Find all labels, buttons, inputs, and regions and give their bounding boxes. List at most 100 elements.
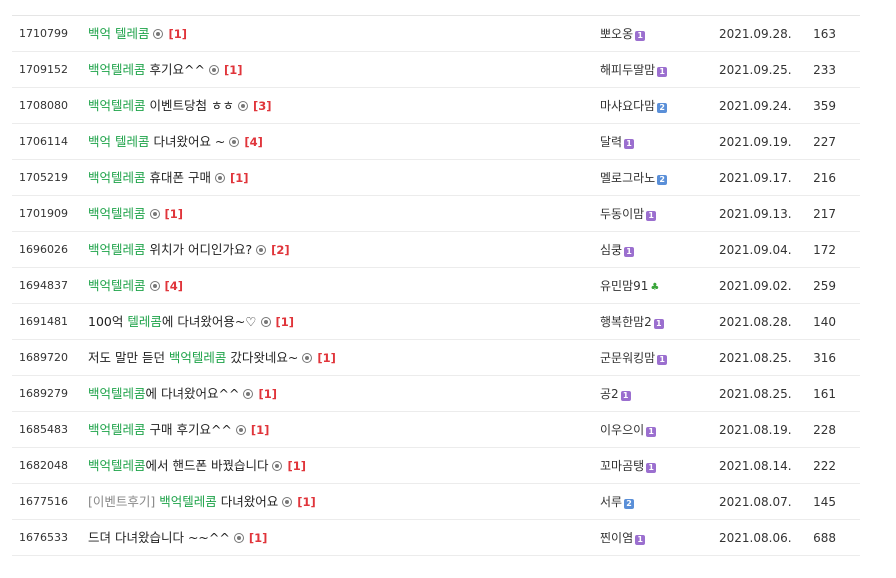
table-row: 1701909 백억텔레콤 [1] 두동이맘 1 2021.09.13. 217 <box>12 196 860 232</box>
post-category-prefix: [이벤트후기] <box>88 494 160 509</box>
post-title-link[interactable]: [이벤트후기] 백억텔레콤 다녀왔어요 [1] <box>88 484 316 520</box>
comment-count[interactable]: [1] <box>297 495 316 509</box>
author-name: 심쿵 <box>600 243 623 257</box>
member-level-badge: 2 <box>657 175 668 185</box>
post-title-text: 휴대폰 구매 <box>145 170 211 185</box>
comment-count[interactable]: [4] <box>244 135 263 149</box>
post-number: 1709152 <box>19 63 68 76</box>
author-nickname[interactable]: 행복한맘2 1 <box>600 304 664 340</box>
table-row: 1677516 [이벤트후기] 백억텔레콤 다녀왔어요 [1] 서루 2 2021.08.… <box>12 484 860 520</box>
author-nickname[interactable]: 달력 1 <box>600 124 635 160</box>
comment-count[interactable]: [1] <box>249 531 268 545</box>
post-rows: 1710799 백억 텔레콤 [1] 뽀오옹 1 2021.09.28. 163 170915… <box>12 16 860 556</box>
member-level-badge: 1 <box>646 211 657 221</box>
post-date: 2021.08.25. <box>719 387 792 401</box>
comment-count[interactable]: [1] <box>230 171 249 185</box>
comment-count[interactable]: [1] <box>258 387 277 401</box>
comment-count[interactable]: [2] <box>271 243 290 257</box>
comment-count[interactable]: [1] <box>224 63 243 77</box>
post-title-text: 에 다녀왔어용~♡ <box>161 314 257 329</box>
post-title-link[interactable]: 드뎌 다녀왔습니다 ~~^^ [1] <box>88 520 267 556</box>
post-title-link[interactable]: 백억텔레콤 [1] <box>88 196 183 232</box>
post-number: 1682048 <box>19 459 68 472</box>
table-row: 1682048 백억텔레콤에서 핸드폰 바꿨습니다 [1] 꼬마곰탱 1 2021.08.… <box>12 448 860 484</box>
photo-attached-icon <box>208 65 219 75</box>
post-title-link[interactable]: 백억텔레콤에서 핸드폰 바꿨습니다 [1] <box>88 448 306 484</box>
view-count: 140 <box>813 315 836 329</box>
view-count: 233 <box>813 63 836 77</box>
post-date: 2021.08.06. <box>719 531 792 545</box>
member-level-badge: 2 <box>624 499 635 509</box>
keyword-highlight: 백억텔레콤 <box>88 62 146 77</box>
author-nickname[interactable]: 찐이염 1 <box>600 520 646 556</box>
post-title-link[interactable]: 저도 말만 듣던 백억텔레콤 갔다왓네요~ [1] <box>88 340 336 376</box>
view-count: 172 <box>813 243 836 257</box>
photo-attached-icon <box>256 245 267 255</box>
author-nickname[interactable]: 심쿵 1 <box>600 232 635 268</box>
post-title-link[interactable]: 백억 텔레콤 [1] <box>88 16 187 52</box>
author-name: 군문워킹맘 <box>600 351 656 365</box>
post-date: 2021.08.28. <box>719 315 792 329</box>
post-title-link[interactable]: 백억텔레콤 후기요^^ [1] <box>88 52 242 88</box>
comment-count[interactable]: [1] <box>251 423 270 437</box>
post-date: 2021.08.14. <box>719 459 792 473</box>
post-number: 1689720 <box>19 351 68 364</box>
author-nickname[interactable]: 두동이맘 1 <box>600 196 657 232</box>
post-title-link[interactable]: 백억텔레콤 위치가 어디인가요? [2] <box>88 232 290 268</box>
post-date: 2021.09.28. <box>719 27 792 41</box>
author-nickname[interactable]: 유민맘91 ♣ <box>600 268 659 304</box>
post-title-text: 구매 후기요^^ <box>145 422 232 437</box>
comment-count[interactable]: [1] <box>276 315 295 329</box>
post-number: 1705219 <box>19 171 68 184</box>
keyword-highlight: 백억텔레콤 <box>88 170 146 185</box>
view-count: 227 <box>813 135 836 149</box>
author-nickname[interactable]: 공2 1 <box>600 376 631 412</box>
post-date: 2021.09.19. <box>719 135 792 149</box>
post-title-text: 이벤트당첨 ㅎㅎ <box>145 98 234 113</box>
comment-count[interactable]: [1] <box>168 27 187 41</box>
comment-count[interactable]: [4] <box>165 279 184 293</box>
post-title-link[interactable]: 백억텔레콤에 다녀왔어요^^ [1] <box>88 376 277 412</box>
member-level-badge: 1 <box>657 67 668 77</box>
post-number: 1685483 <box>19 423 68 436</box>
photo-attached-icon <box>233 533 244 543</box>
member-level-badge: 1 <box>635 535 646 545</box>
post-title-link[interactable]: 백억텔레콤 구매 후기요^^ [1] <box>88 412 269 448</box>
author-nickname[interactable]: 꼬마곰탱 1 <box>600 448 657 484</box>
author-nickname[interactable]: 이우으이 1 <box>600 412 657 448</box>
member-level-badge: 1 <box>624 139 635 149</box>
post-title-link[interactable]: 100억 텔레콤에 다녀왔어용~♡ [1] <box>88 304 294 340</box>
post-title-link[interactable]: 백억 텔레콤 다녀왔어요 ~ [4] <box>88 124 263 160</box>
keyword-highlight: 백억텔레콤 <box>88 242 146 257</box>
photo-attached-icon <box>229 137 240 147</box>
view-count: 688 <box>813 531 836 545</box>
post-date: 2021.09.02. <box>719 279 792 293</box>
comment-count[interactable]: [1] <box>165 207 184 221</box>
comment-count[interactable]: [1] <box>287 459 306 473</box>
keyword-highlight: 텔레콤 <box>127 314 162 329</box>
author-name: 꼬마곰탱 <box>600 459 645 473</box>
post-title-link[interactable]: 백억텔레콤 [4] <box>88 268 183 304</box>
post-number: 1689279 <box>19 387 68 400</box>
post-title-text: 저도 말만 듣던 <box>88 350 169 365</box>
comment-count[interactable]: [1] <box>317 351 336 365</box>
member-level-badge: 1 <box>646 427 657 437</box>
author-nickname[interactable]: 서루 2 <box>600 484 635 520</box>
author-name: 두동이맘 <box>600 207 645 221</box>
post-title-link[interactable]: 백억텔레콤 이벤트당첨 ㅎㅎ [3] <box>88 88 271 124</box>
table-row: 1706114 백억 텔레콤 다녀왔어요 ~ [4] 달력 1 2021.09.19. 22… <box>12 124 860 160</box>
photo-attached-icon <box>235 425 246 435</box>
comment-count[interactable]: [3] <box>253 99 272 113</box>
photo-attached-icon <box>272 461 283 471</box>
member-level-badge: 2 <box>657 103 668 113</box>
author-nickname[interactable]: 뽀오옹 1 <box>600 16 646 52</box>
post-date: 2021.09.25. <box>719 63 792 77</box>
post-title-link[interactable]: 백억텔레콤 휴대폰 구매 [1] <box>88 160 248 196</box>
keyword-highlight: 백억텔레콤 <box>168 350 227 365</box>
post-title-text: 후기요^^ <box>145 62 205 77</box>
author-nickname[interactable]: 멜로그라노 2 <box>600 160 668 196</box>
author-nickname[interactable]: 마샤요다맘 2 <box>600 88 668 124</box>
table-row: 1696026 백억텔레콤 위치가 어디인가요? [2] 심쿵 1 2021.09.04.… <box>12 232 860 268</box>
author-nickname[interactable]: 해피두딸맘 1 <box>600 52 668 88</box>
author-nickname[interactable]: 군문워킹맘 1 <box>600 340 668 376</box>
